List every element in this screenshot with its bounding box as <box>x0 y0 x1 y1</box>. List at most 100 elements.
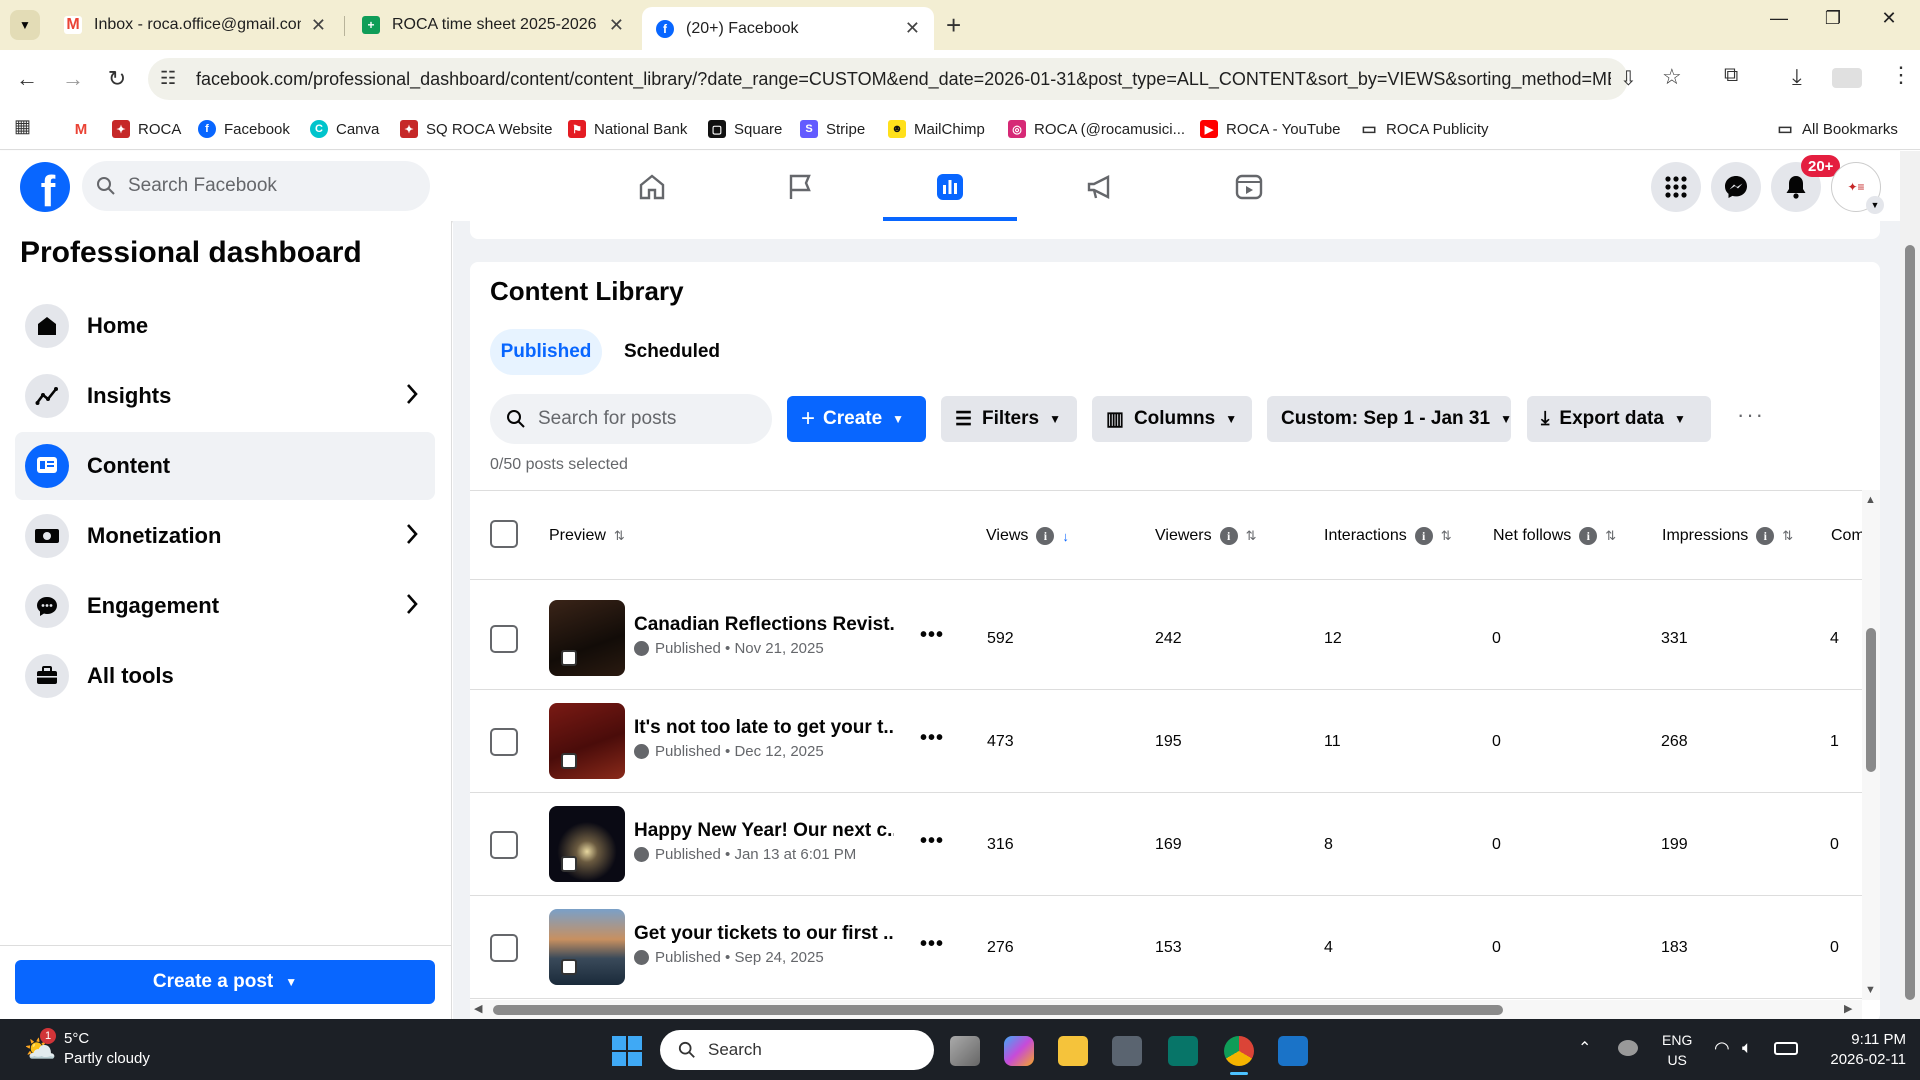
sidebar-item-engagement[interactable]: Engagement <box>15 572 435 640</box>
menu-button[interactable] <box>1651 162 1701 212</box>
copilot-icon[interactable] <box>1004 1036 1034 1066</box>
tab-scheduled[interactable]: Scheduled <box>612 329 732 375</box>
column-interactions[interactable]: Interactions i ⇅ <box>1324 527 1452 545</box>
bookmark-star-icon[interactable]: ☆ <box>1662 64 1682 90</box>
info-icon[interactable]: i <box>1579 527 1598 545</box>
nav-home[interactable] <box>622 165 682 209</box>
info-icon[interactable]: i <box>1219 527 1238 545</box>
tray-app-icon[interactable] <box>1618 1040 1638 1056</box>
row-more-icon[interactable]: ••• <box>920 830 944 853</box>
scroll-right-icon[interactable]: ▶ <box>1844 1002 1852 1015</box>
table-row[interactable]: Get your tickets to our first ... Publis… <box>470 897 1862 999</box>
calculator-icon[interactable] <box>1112 1036 1142 1066</box>
new-tab-button[interactable]: + <box>946 10 961 41</box>
tab-search-button[interactable]: ▼ <box>10 10 40 40</box>
task-view-icon[interactable] <box>950 1036 980 1066</box>
facebook-logo-icon[interactable]: f <box>20 162 70 212</box>
column-impressions[interactable]: Impressions i ⇅ <box>1662 527 1793 545</box>
table-row[interactable]: Canadian Reflections Revist... Published… <box>470 588 1862 690</box>
site-info-icon[interactable]: ☷ <box>160 68 176 89</box>
post-thumbnail[interactable] <box>549 703 625 779</box>
bookmark-stripe[interactable]: S Stripe <box>800 116 865 142</box>
bookmark-square[interactable]: ▢ Square <box>708 116 782 142</box>
tab-published[interactable]: Published <box>490 329 602 375</box>
install-app-icon[interactable]: ⇩ <box>1620 66 1637 91</box>
scroll-left-icon[interactable]: ◀ <box>474 1002 482 1015</box>
horizontal-scroll-thumb[interactable] <box>493 1005 1503 1015</box>
create-post-button[interactable]: Create a post ▼ <box>15 960 435 1004</box>
filters-button[interactable]: ☰ Filters ▼ <box>941 396 1077 442</box>
extensions-icon[interactable]: ⧉ <box>1724 64 1738 87</box>
sidebar-item-home[interactable]: Home <box>15 292 435 360</box>
bookmark-instagram[interactable]: ◎ ROCA (@rocamusici... <box>1008 116 1185 142</box>
facebook-search-input[interactable]: Search Facebook <box>82 161 430 211</box>
weather-widget[interactable]: ⛅ 1 5°C Partly cloudy <box>20 1028 200 1072</box>
reload-button[interactable]: ↻ <box>100 62 134 96</box>
select-all-checkbox[interactable] <box>490 520 518 548</box>
start-button[interactable] <box>612 1036 642 1066</box>
column-preview[interactable]: Preview ⇅ <box>549 527 625 545</box>
page-scroll-thumb[interactable] <box>1905 245 1915 1000</box>
close-window-button[interactable]: ✕ <box>1866 8 1912 29</box>
back-button[interactable]: ← <box>10 62 44 96</box>
restore-button[interactable]: ❐ <box>1810 8 1856 29</box>
table-row[interactable]: It's not too late to get your t... Publi… <box>470 691 1862 793</box>
info-icon[interactable]: i <box>1414 527 1433 545</box>
battery-icon[interactable] <box>1774 1042 1798 1055</box>
nav-ads[interactable] <box>1070 165 1130 209</box>
account-chevron-icon[interactable]: ▼ <box>1866 196 1884 214</box>
publisher-icon[interactable] <box>1168 1036 1198 1066</box>
close-tab-icon[interactable]: ✕ <box>311 15 326 36</box>
row-more-icon[interactable]: ••• <box>920 624 944 647</box>
forward-button[interactable]: → <box>56 62 90 96</box>
column-viewers[interactable]: Viewers i ⇅ <box>1155 527 1257 545</box>
post-thumbnail[interactable] <box>549 806 625 882</box>
url-text[interactable]: facebook.com/professional_dashboard/cont… <box>196 69 1611 90</box>
row-more-icon[interactable]: ••• <box>920 933 944 956</box>
row-checkbox[interactable] <box>490 625 518 653</box>
apps-grid-icon[interactable]: ▦ <box>14 116 31 137</box>
create-button[interactable]: + Create ▼ <box>787 396 926 442</box>
bookmark-gmail[interactable]: M <box>72 116 98 142</box>
downloads-icon[interactable]: ⤓ <box>1792 64 1802 90</box>
file-explorer-icon[interactable] <box>1058 1036 1088 1066</box>
post-search-input[interactable]: Search for posts <box>490 394 772 444</box>
tab-sheets[interactable]: + ROCA time sheet 2025-2026 - G ✕ <box>348 7 638 43</box>
minimize-button[interactable]: — <box>1756 8 1802 29</box>
more-options-icon[interactable]: ··· <box>1737 402 1765 428</box>
nav-reels[interactable] <box>1219 165 1279 209</box>
row-checkbox[interactable] <box>490 934 518 962</box>
tray-expand-icon[interactable]: ⌃ <box>1578 1038 1591 1058</box>
columns-button[interactable]: ▥ Columns ▼ <box>1092 396 1252 442</box>
vertical-scroll-thumb[interactable] <box>1866 628 1876 772</box>
messenger-button[interactable] <box>1711 162 1761 212</box>
browser-menu-icon[interactable]: ⋮ <box>1890 62 1912 88</box>
scroll-up-icon[interactable]: ▲ <box>1865 494 1876 506</box>
close-tab-icon[interactable]: ✕ <box>905 18 920 39</box>
wifi-icon[interactable]: ◠ <box>1714 1038 1730 1059</box>
nav-dashboard[interactable] <box>920 165 980 209</box>
all-bookmarks[interactable]: ▭ All Bookmarks <box>1776 116 1897 142</box>
volume-icon[interactable]: 🔈︎ <box>1742 1038 1752 1058</box>
app-icon[interactable] <box>1278 1036 1308 1066</box>
language-indicator[interactable]: ENG US <box>1662 1030 1692 1070</box>
bookmark-sq-roca[interactable]: ✦ SQ ROCA Website <box>400 116 552 142</box>
clock[interactable]: 9:11 PM 2026-02-11 <box>1816 1030 1906 1070</box>
row-checkbox[interactable] <box>490 728 518 756</box>
table-row[interactable]: Happy New Year! Our next c... Published … <box>470 794 1862 896</box>
date-range-button[interactable]: Custom: Sep 1 - Jan 31 ▼ <box>1267 396 1512 442</box>
chrome-icon[interactable] <box>1224 1036 1254 1066</box>
export-data-button[interactable]: ⤓ Export data ▼ <box>1527 396 1711 442</box>
tab-gmail[interactable]: M Inbox - roca.office@gmail.com ✕ <box>50 7 340 43</box>
sidebar-item-insights[interactable]: Insights <box>15 362 435 430</box>
tab-facebook[interactable]: f (20+) Facebook ✕ <box>642 7 934 50</box>
bookmark-canva[interactable]: C Canva <box>310 116 379 142</box>
sidebar-item-content[interactable]: Content <box>15 432 435 500</box>
column-views[interactable]: Views i ↓ <box>986 527 1069 545</box>
nav-pages[interactable] <box>770 165 830 209</box>
bookmark-national-bank[interactable]: ⚑ National Bank <box>568 116 687 142</box>
taskbar-search[interactable]: Search <box>660 1030 934 1070</box>
post-thumbnail[interactable] <box>549 909 625 985</box>
profile-avatar[interactable] <box>1832 68 1862 88</box>
sidebar-item-monetization[interactable]: Monetization <box>15 502 435 570</box>
